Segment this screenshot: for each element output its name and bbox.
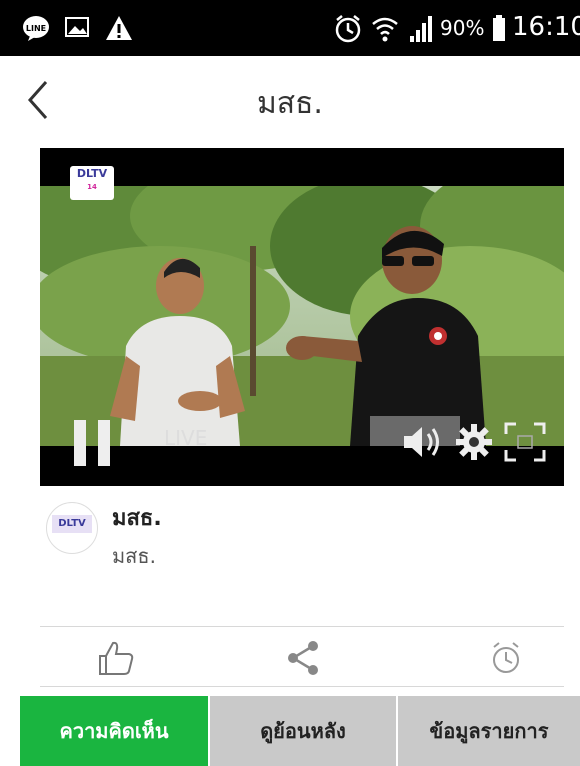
page-title: มสธ. (257, 86, 323, 121)
status-bar: LINE 90% 16:10 (0, 0, 580, 56)
fullscreen-icon[interactable] (504, 422, 546, 462)
channel-watermark-text: DLTV (76, 167, 108, 180)
tab-program-info[interactable]: ข้อมูลรายการ (398, 696, 580, 766)
share-icon[interactable] (284, 640, 324, 676)
clock-time: 16:10 (512, 12, 580, 42)
battery-icon (493, 15, 505, 41)
settings-gear-icon[interactable] (454, 422, 494, 462)
signal-icon (410, 16, 432, 42)
video-controls: LIVE (40, 410, 564, 470)
app-header: มสธ. (0, 56, 580, 144)
svg-text:LINE: LINE (26, 24, 46, 33)
video-frame (40, 186, 564, 446)
warning-icon (106, 16, 132, 40)
channel-watermark: DLTV 14 (70, 166, 114, 200)
avatar-logo: DLTV (52, 515, 92, 533)
volume-icon[interactable] (402, 422, 444, 462)
divider (40, 626, 564, 627)
video-player[interactable]: DLTV 14 LIVE (40, 148, 564, 486)
pause-button[interactable] (74, 420, 114, 466)
image-icon (65, 17, 89, 37)
wifi-icon (372, 17, 398, 42)
channel-subtitle: มสธ. (112, 544, 156, 568)
channel-watermark-sub: 14 (87, 183, 97, 191)
divider (40, 686, 564, 687)
channel-name: มสธ. (112, 506, 162, 531)
tab-replay[interactable]: ดูย้อนหลัง (210, 696, 396, 766)
letterbox (40, 148, 564, 186)
like-icon[interactable] (96, 640, 136, 676)
line-icon: LINE (23, 16, 49, 41)
bottom-tabs: ความคิดเห็น ดูย้อนหลัง ข้อมูลรายการ (20, 696, 580, 766)
alarm-icon (335, 15, 361, 43)
battery-percent: 90% (440, 16, 485, 40)
tab-comments[interactable]: ความคิดเห็น (20, 696, 208, 766)
live-label: LIVE (164, 426, 208, 450)
channel-avatar[interactable]: DLTV (46, 502, 98, 554)
alarm-reminder-icon[interactable] (486, 640, 526, 676)
